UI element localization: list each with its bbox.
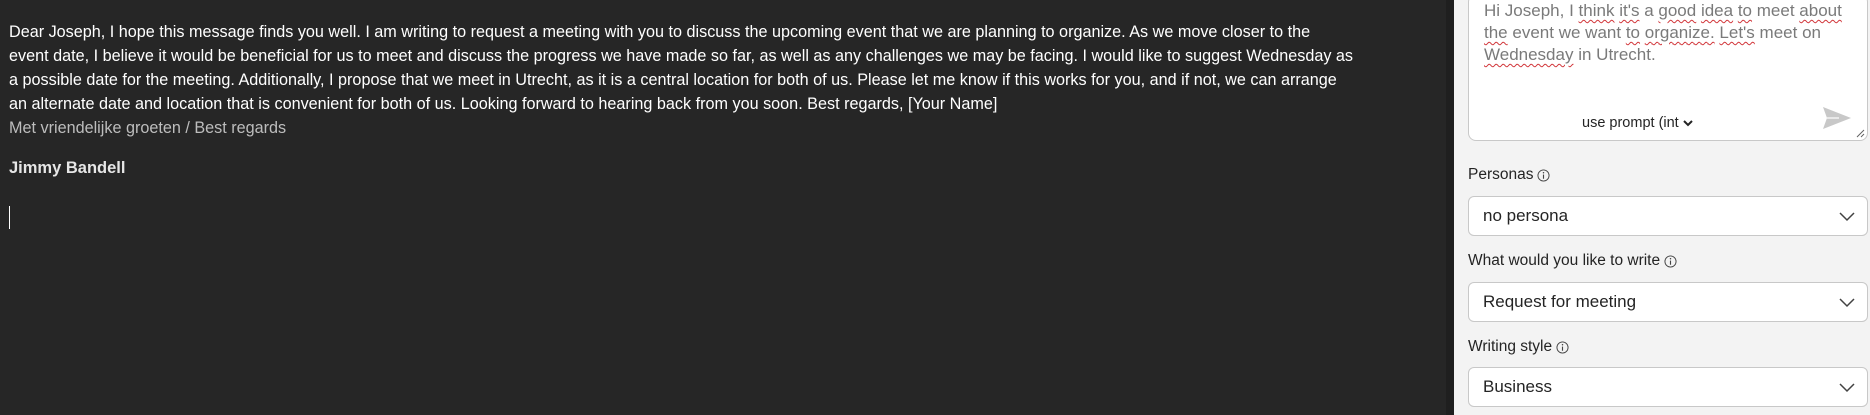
email-editor[interactable]: Dear Joseph, I hope this message finds y… [0,0,1446,415]
prompt-word-misspelled: about [1799,1,1842,20]
use-prompt-dropdown[interactable]: use prompt (int [1582,115,1694,131]
prompt-word-misspelled: to [1737,1,1753,20]
personas-label-text: Personas [1468,166,1534,183]
chevron-down-icon [1839,212,1855,222]
prompt-word: I [1569,1,1574,20]
info-icon[interactable] [1664,254,1677,268]
body-line: a possible date for the meeting. Additio… [9,71,1337,89]
write-type-select[interactable]: Request for meeting [1468,282,1868,322]
writing-style-select[interactable]: Business [1468,367,1868,407]
writing-style-label-text: Writing style [1468,338,1553,355]
prompt-word-misspelled: think [1578,1,1615,20]
resize-handle-icon[interactable] [1855,128,1865,138]
prompt-word: in [1578,45,1592,64]
personas-label: Personas [1468,166,1551,184]
prompt-word-misspelled: Wednesday [1484,45,1574,64]
body-line: Dear Joseph, I hope this message finds y… [9,23,1311,41]
prompt-word: we [1558,23,1581,42]
info-icon[interactable] [1537,168,1551,182]
prompt-word: Hi [1484,1,1501,20]
prompt-word-misspelled: organize. [1644,23,1715,42]
prompt-word-misspelled: to [1625,23,1641,42]
prompt-word: Utrecht. [1596,45,1656,64]
signoff-text: Met vriendelijke groeten / Best regards [9,119,287,137]
prompt-text[interactable]: Hi Joseph, I think it's a good idea to m… [1484,0,1859,66]
use-prompt-label: use prompt (int [1582,115,1679,131]
signature-name: Jimmy Bandell [9,159,126,177]
prompt-word: event [1512,23,1554,42]
prompt-word: meet [1756,1,1795,20]
write-label: What would you like to write [1468,252,1677,270]
prompt-word: meet [1759,23,1798,42]
personas-select[interactable]: no persona [1468,196,1868,236]
writing-style-label: Writing style [1468,338,1569,356]
prompt-word-misspelled: good [1658,1,1697,20]
write-type-value: Request for meeting [1483,292,1637,311]
writing-style-value: Business [1483,377,1552,396]
send-icon[interactable] [1821,105,1853,131]
body-line: event date, I believe it would be benefi… [9,47,1354,65]
panel-divider[interactable] [1446,0,1454,415]
prompt-word-misspelled: it's [1619,1,1640,20]
write-label-text: What would you like to write [1468,252,1661,269]
personas-value: no persona [1483,206,1569,225]
prompt-word-misspelled: idea [1700,1,1734,20]
info-icon[interactable] [1556,340,1569,354]
prompt-word-misspelled: Let's [1719,23,1755,42]
chevron-down-icon [1839,383,1855,393]
prompt-word: Joseph, [1504,1,1565,20]
email-body[interactable]: Dear Joseph, I hope this message finds y… [9,20,1419,116]
prompt-textarea[interactable]: Hi Joseph, I think it's a good idea to m… [1468,0,1868,141]
prompt-word: a [1644,1,1654,20]
prompt-word: on [1802,23,1821,42]
body-line: an alternate date and location that is c… [9,95,998,113]
prompt-word: want [1585,23,1622,42]
chevron-down-icon [1683,119,1693,126]
text-cursor [9,206,10,229]
ai-writer-panel: Hi Joseph, I think it's a good idea to m… [1454,0,1870,415]
prompt-word-misspelled: the [1484,23,1508,42]
chevron-down-icon [1839,298,1855,308]
